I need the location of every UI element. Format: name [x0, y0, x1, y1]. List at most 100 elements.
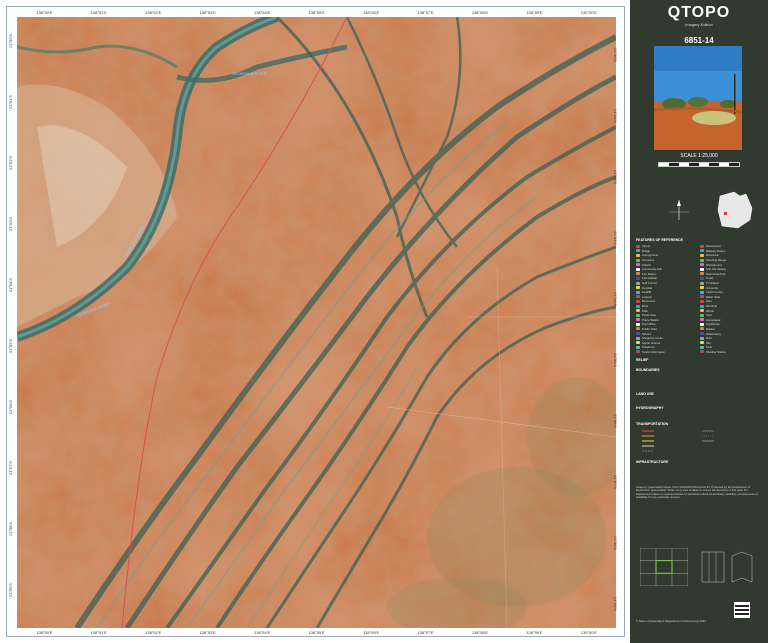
legend-swatch-icon: [636, 336, 640, 340]
legend-swatch-icon: [636, 345, 640, 349]
left-coord-label: 21°52'S: [8, 155, 13, 170]
legend-swatch-icon: [636, 350, 640, 354]
legend-swatch-icon: [700, 336, 704, 340]
locator-map: [716, 190, 756, 230]
north-arrow-icon: [664, 198, 694, 222]
boundaries-heading: BOUNDARIES: [636, 368, 660, 372]
left-coord-label: 21°58'S: [8, 522, 13, 537]
legend-swatch-icon: [636, 341, 640, 345]
bottom-coord-label: 138°57'E: [417, 630, 434, 635]
sheet-number: 6851-14: [684, 36, 714, 45]
top-coord-label: 138°58'E: [471, 10, 489, 15]
transportation-heading: TRANSPORTATION: [636, 422, 669, 426]
legend-label: Telephone: [642, 345, 655, 350]
legend-label: Railway Station: [706, 248, 726, 253]
map-subtitle: Imagery Edition: [685, 22, 713, 27]
legend-label: TV Station: [706, 281, 720, 286]
legend-swatch-icon: [636, 299, 640, 303]
legend-swatch-icon: [700, 313, 704, 317]
legend-label: Community Hall: [642, 267, 662, 272]
legend-label: Fish Habitat: [642, 276, 657, 281]
bottom-coord-label: 138°50'E: [36, 630, 53, 635]
bottom-coord-label: 138°56'E: [362, 630, 380, 635]
copyright-text: © State of Queensland (Department of Res…: [636, 619, 706, 623]
left-coord-label: 21°53'S: [8, 216, 13, 231]
top-coord-label: 138°51'E: [90, 10, 107, 15]
legend-swatch-icon: [700, 276, 704, 280]
legend-label: Cemetery: [642, 258, 655, 263]
legend-swatch-icon: [636, 281, 640, 285]
legend-swatch-icon: [636, 258, 640, 262]
bottom-coord-label: 138°59'E: [526, 630, 543, 635]
bottom-coord-label: 138°53'E: [199, 630, 216, 635]
legend-label: Shopping Centre: [642, 336, 663, 341]
legend-label: Yard: [706, 313, 712, 318]
qr-code-icon[interactable]: [734, 602, 750, 618]
legend-label: Homestead: [706, 317, 721, 322]
bottom-coord-label: 139°00'E: [580, 630, 597, 635]
legend-swatch-icon: [700, 304, 704, 308]
legend-swatch-icon: [700, 341, 704, 345]
left-coord-label: 21°55'S: [8, 339, 13, 354]
map-legend-panel: QTOPO Imagery Edition 6851-14 SCALE 1:25…: [630, 0, 768, 643]
right-coord-label: 21°52'S: [613, 169, 618, 184]
legend-label: Windmill: [706, 304, 717, 309]
legend-swatch-icon: [636, 295, 640, 299]
satellite-map-image[interactable]: GEORGINA RIVER GEORGINA RIVER GEORGINA R…: [17, 17, 616, 628]
right-coord-label: 21°53'S: [613, 230, 618, 245]
legend-swatch-icon: [636, 327, 640, 331]
legend-swatch-icon: [636, 290, 640, 294]
left-coord-label: 21°50'S: [8, 33, 13, 48]
legend-label: Water Tank: [706, 294, 720, 299]
legend-label: Bridge: [642, 248, 651, 253]
legend-swatch-icon: [636, 332, 640, 336]
legend-label: Showground: [706, 262, 722, 267]
footer-text: Imagery: Queensland Globe. Grid: GDA2020…: [636, 485, 758, 500]
legend-column-a: Airport Bridge Campground Cemetery Church Com…: [636, 244, 665, 354]
legend-label: Post Office: [642, 322, 656, 327]
legend-swatch-icon: [700, 267, 704, 271]
legend-swatch-icon: [700, 309, 704, 313]
left-coord-label: 21°57'S: [8, 461, 13, 476]
legend-label: Tank: [706, 345, 712, 350]
legend-label: Observatory: [706, 331, 722, 336]
right-coord-label: 21°51'S: [613, 108, 618, 123]
legend-label: Ruin: [706, 336, 712, 341]
legend-swatch-icon: [700, 345, 704, 349]
legend-label: Public Toilet: [642, 326, 657, 331]
legend-label: School: [642, 331, 651, 336]
legend-label: Fire Station: [642, 271, 657, 276]
legend-swatch-icon: [700, 318, 704, 322]
legend-swatch-icon: [636, 244, 640, 248]
satellite-imagery: GEORGINA RIVER GEORGINA RIVER GEORGINA R…: [17, 17, 616, 628]
top-coord-label: 138°55'E: [308, 10, 325, 15]
legend-swatch-icon: [700, 272, 704, 276]
legend-swatch-icon: [700, 299, 704, 303]
left-coord-label: 21°54'S: [8, 278, 13, 292]
legend-label: Mine: [642, 304, 649, 309]
legend-label: Campground: [642, 253, 659, 258]
legend-label: Shooting Range: [706, 258, 727, 263]
legend-item: Weather Station: [700, 350, 726, 355]
legend-swatch-icon: [636, 276, 640, 280]
legend-swatch-icon: [700, 322, 704, 326]
legend-label: Hospital: [642, 285, 653, 290]
right-coord-label: 21°58'S: [613, 536, 618, 551]
legend-swatch-icon: [700, 249, 704, 253]
land-use-heading: LAND USE: [636, 392, 654, 396]
top-coord-label: 138°59'E: [526, 10, 543, 15]
left-coord-label: 21°56'S: [8, 400, 13, 415]
legend-label: Swimming Pool: [706, 271, 726, 276]
legend-swatch-icon: [636, 309, 640, 313]
bottom-coord-label: 138°51'E: [90, 630, 107, 635]
legend-label: Tower: [706, 276, 714, 281]
legend-swatch-icon: [700, 350, 704, 354]
left-coord-label: 21°59'S: [8, 583, 13, 598]
legend-label: Landfill: [642, 290, 651, 295]
hydrography-heading: HYDROGRAPHY: [636, 406, 664, 410]
top-coord-label: 139°00'E: [580, 10, 597, 15]
top-coord-label: 138°53'E: [199, 10, 216, 15]
bottom-coord-label: 138°54'E: [254, 630, 271, 635]
legend-swatch-icon: [636, 263, 640, 267]
right-coord-label: 21°54'S: [613, 291, 618, 306]
